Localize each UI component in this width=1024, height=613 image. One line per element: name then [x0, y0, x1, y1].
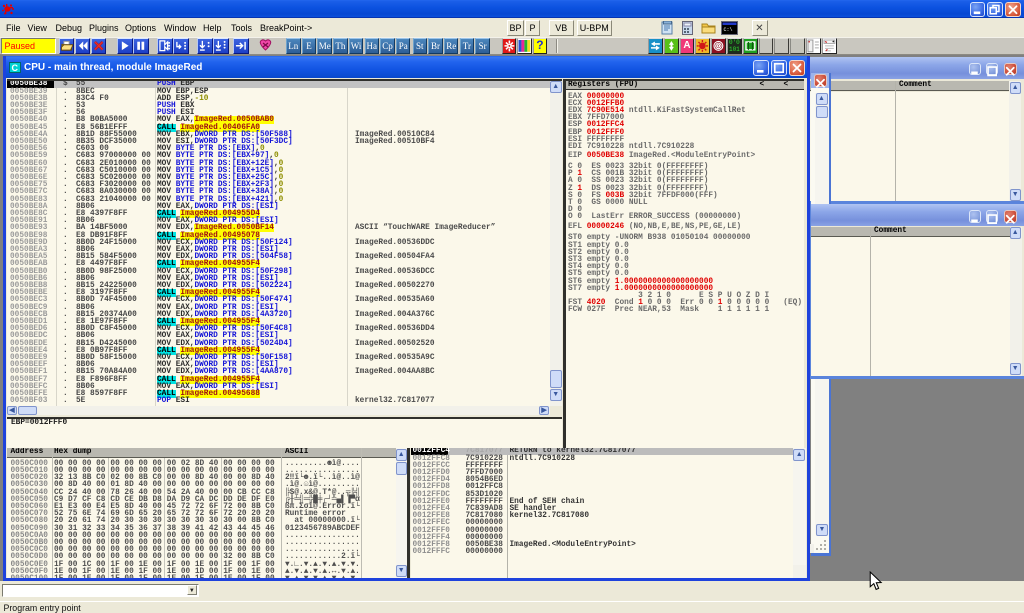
svg-text:C:\: C:\ — [723, 27, 732, 33]
